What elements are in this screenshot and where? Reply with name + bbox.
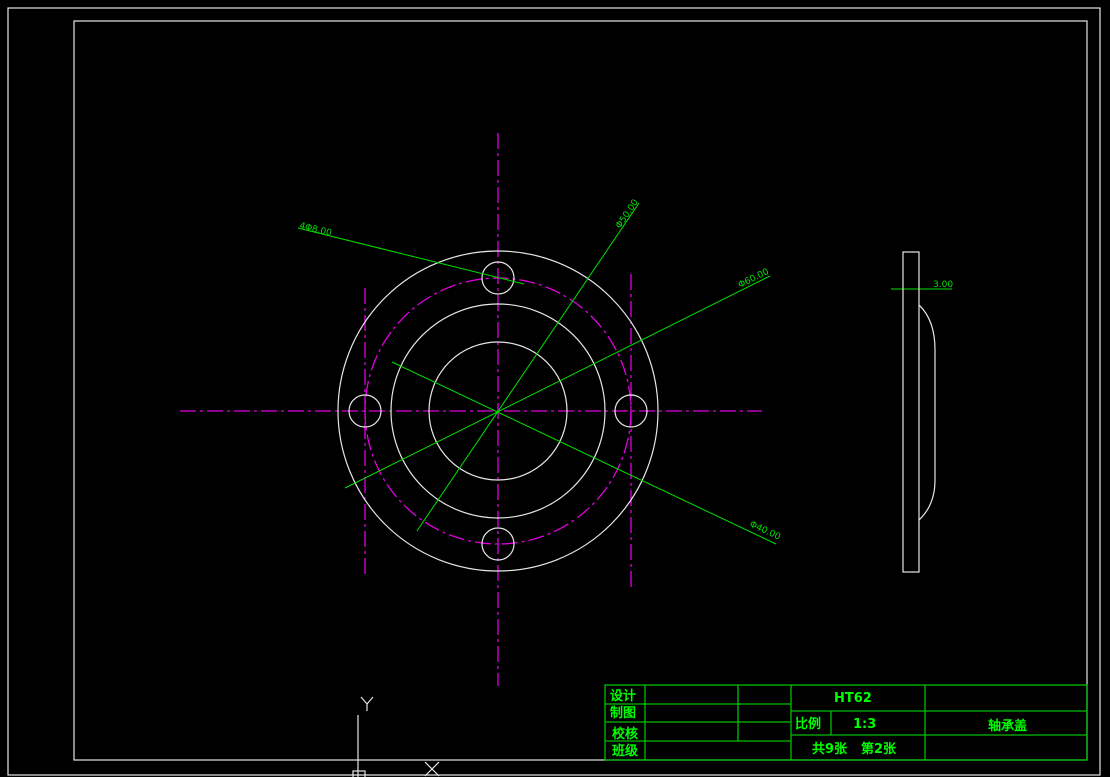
dimensions: 4Φ8.00 Φ50.00 Φ60.00 Φ40.00 3.00 <box>297 198 953 545</box>
total-sheets: 共9张 <box>812 741 848 757</box>
material-value: HT62 <box>834 691 872 706</box>
hole-leader-line <box>297 227 525 285</box>
d40-dimension-line <box>391 361 777 545</box>
d50-dimension-text: Φ50.00 <box>614 198 641 231</box>
cad-drawing-canvas[interactable]: 4Φ8.00 Φ50.00 Φ60.00 Φ40.00 3.00 设计 制图 校… <box>0 0 1110 777</box>
d60-dimension-line <box>344 275 771 489</box>
scale-value: 1:3 <box>853 717 876 732</box>
check-label: 校核 <box>612 726 638 742</box>
d60-dimension-text: Φ60.00 <box>737 267 771 291</box>
side-boss <box>918 304 936 521</box>
drawing-label: 制图 <box>610 705 636 721</box>
class-label: 班级 <box>612 743 639 759</box>
sheet-number: 第2张 <box>861 741 897 757</box>
front-view <box>180 133 762 686</box>
side-plate <box>902 251 920 573</box>
side-view <box>902 251 936 573</box>
scale-label: 比例 <box>795 716 821 732</box>
part-name: 轴承盖 <box>988 718 1027 734</box>
thickness-dimension-text: 3.00 <box>933 280 953 290</box>
design-label: 设计 <box>610 688 636 704</box>
hole-dimension-text: 4Φ8.00 <box>298 221 333 239</box>
title-block: 设计 制图 校核 班级 HT62 比例 1:3 轴承盖 共9张 第2张 <box>604 684 1088 761</box>
d50-dimension-line <box>416 202 640 532</box>
sheet-outer-border <box>7 7 1101 776</box>
ucs-icon <box>352 696 440 777</box>
